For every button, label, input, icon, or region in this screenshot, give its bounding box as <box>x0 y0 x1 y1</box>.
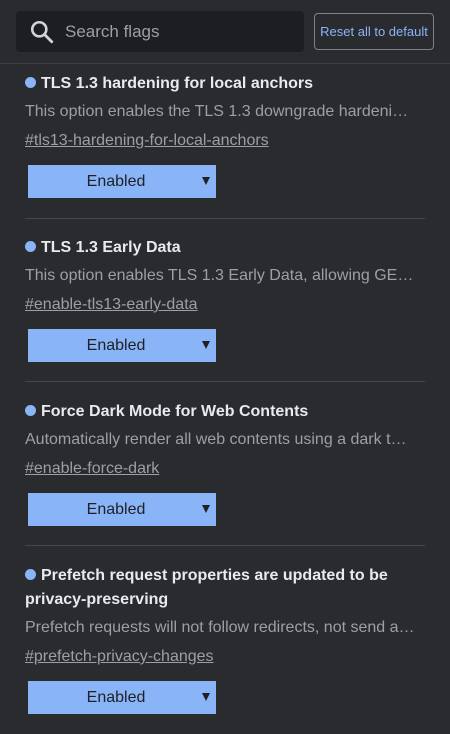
flag-item: Force Dark Mode for Web Contents Automat… <box>25 400 425 526</box>
flag-description: Automatically render all web contents us… <box>25 431 415 448</box>
flag-select[interactable]: Enabled <box>28 329 216 362</box>
flag-select-value: Enabled <box>86 500 146 518</box>
flag-item: TLS 1.3 hardening for local anchors This… <box>25 72 425 198</box>
new-indicator-dot-icon <box>25 241 36 252</box>
search-input[interactable] <box>63 20 287 43</box>
flag-item: Prefetch request properties are updated … <box>25 564 425 714</box>
divider <box>25 218 425 219</box>
new-indicator-dot-icon <box>25 569 36 580</box>
dropdown-arrow-icon <box>202 341 210 349</box>
flag-title-text: Force Dark Mode for Web Contents <box>41 403 309 420</box>
flag-title: TLS 1.3 Early Data <box>25 236 425 260</box>
divider <box>25 545 425 546</box>
flag-link[interactable]: #enable-force-dark <box>25 457 159 481</box>
flags-page: Reset all to default TLS 1.3 hardening f… <box>0 0 450 734</box>
flag-description: This option enables TLS 1.3 Early Data, … <box>25 267 415 284</box>
flag-title-text: Prefetch request properties are updated … <box>25 567 388 608</box>
flag-select-value: Enabled <box>86 172 146 190</box>
flag-title: TLS 1.3 hardening for local anchors <box>25 72 425 96</box>
dropdown-arrow-icon <box>202 177 210 185</box>
dropdown-arrow-icon <box>202 693 210 701</box>
flag-select[interactable]: Enabled <box>28 681 216 714</box>
search-box[interactable] <box>16 11 304 52</box>
flag-link[interactable]: #prefetch-privacy-changes <box>25 645 214 669</box>
flag-title: Prefetch request properties are updated … <box>25 564 425 612</box>
reset-all-button[interactable]: Reset all to default <box>314 13 434 50</box>
divider <box>25 381 425 382</box>
header-bar: Reset all to default <box>0 0 450 64</box>
new-indicator-dot-icon <box>25 77 36 88</box>
flag-title-text: TLS 1.3 hardening for local anchors <box>41 75 314 92</box>
flag-select-value: Enabled <box>86 688 146 706</box>
flag-select[interactable]: Enabled <box>28 165 216 198</box>
flag-description: Prefetch requests will not follow redire… <box>25 619 415 636</box>
flag-link[interactable]: #tls13-hardening-for-local-anchors <box>25 129 269 153</box>
flag-select[interactable]: Enabled <box>28 493 216 526</box>
flag-link[interactable]: #enable-tls13-early-data <box>25 293 198 317</box>
flag-item: TLS 1.3 Early Data This option enables T… <box>25 236 425 362</box>
dropdown-arrow-icon <box>202 505 210 513</box>
search-icon <box>30 20 54 43</box>
new-indicator-dot-icon <box>25 405 36 416</box>
flag-select-value: Enabled <box>86 336 146 354</box>
flag-title-text: TLS 1.3 Early Data <box>41 239 181 256</box>
flag-title: Force Dark Mode for Web Contents <box>25 400 425 424</box>
flag-description: This option enables the TLS 1.3 downgrad… <box>25 103 415 120</box>
